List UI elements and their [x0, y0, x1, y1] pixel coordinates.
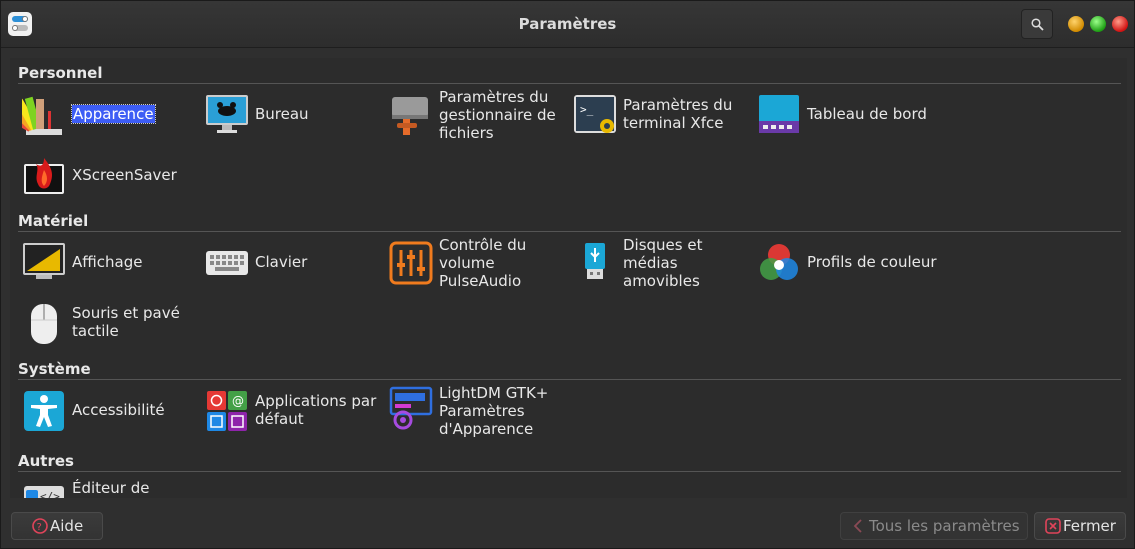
settings-item-pulseaudio[interactable]: Contrôle du volume PulseAudio	[389, 236, 569, 296]
section-divider	[18, 471, 1121, 472]
terminal-settings-icon: >_	[574, 95, 616, 133]
settings-item-panel[interactable]: Tableau de bord	[757, 93, 937, 153]
settings-item-label: Affichage	[72, 253, 143, 271]
close-button-label: Fermer	[1063, 517, 1116, 535]
settings-item-lightdm[interactable]: LightDM GTK+ Paramètres d'Apparence	[389, 384, 569, 444]
section-title-systeme: Système	[18, 360, 91, 378]
close-button[interactable]: Fermer	[1034, 512, 1126, 540]
keyboard-icon	[206, 251, 248, 275]
display-icon	[23, 243, 65, 279]
settings-item-bureau[interactable]: Bureau	[205, 93, 385, 153]
svg-text:@: @	[232, 394, 244, 408]
settings-item-accessibilite[interactable]: Accessibilité	[22, 389, 202, 449]
settings-item-clavier[interactable]: Clavier	[205, 241, 385, 301]
settings-item-label: LightDM GTK+ Paramètres d'Apparence	[439, 384, 549, 438]
close-window-button[interactable]	[1112, 16, 1128, 32]
settings-item-label: Paramètres du terminal Xfce	[623, 96, 733, 132]
settings-item-label: Souris et pavé tactile	[72, 304, 180, 340]
settings-item-label: Tableau de bord	[807, 105, 927, 123]
editor-icon: </>	[24, 486, 64, 498]
settings-item-terminal[interactable]: >_ Paramètres du terminal Xfce	[573, 93, 753, 153]
svg-text:?: ?	[37, 522, 42, 533]
section-divider	[18, 231, 1121, 232]
settings-item-label: Disques et médias amovibles	[623, 236, 703, 290]
settings-item-affichage[interactable]: Affichage	[22, 241, 202, 301]
settings-item-apparence[interactable]: Apparence	[22, 93, 202, 153]
svg-text:>_: >_	[580, 103, 594, 116]
mouse-icon	[31, 304, 57, 344]
close-icon	[1045, 518, 1061, 534]
settings-item-editeur[interactable]: </> Éditeur de	[22, 479, 202, 498]
settings-item-color-profiles[interactable]: Profils de couleur	[757, 241, 957, 301]
section-title-autres: Autres	[18, 452, 74, 470]
help-button[interactable]: ? Aide	[11, 512, 103, 540]
all-settings-button-label: Tous les paramètres	[869, 517, 1020, 535]
maximize-button[interactable]	[1090, 16, 1106, 32]
settings-item-label: Bureau	[255, 105, 309, 123]
settings-item-disques[interactable]: Disques et médias amovibles	[573, 236, 753, 296]
settings-item-label: Accessibilité	[72, 401, 165, 419]
settings-item-label: Profils de couleur	[807, 253, 937, 271]
window-title: Paramètres	[518, 15, 617, 33]
help-button-label: Aide	[50, 517, 84, 535]
section-divider	[18, 83, 1121, 84]
settings-item-label: Clavier	[255, 253, 308, 271]
settings-item-label: Applications par défaut	[255, 392, 377, 428]
settings-item-label: Contrôle du volume PulseAudio	[439, 236, 527, 290]
settings-item-souris[interactable]: Souris et pavé tactile	[22, 298, 202, 358]
lightdm-settings-icon	[389, 386, 433, 430]
help-icon: ?	[32, 518, 48, 534]
svg-text:</>: </>	[40, 490, 60, 498]
desktop-mouse-icon	[206, 95, 248, 133]
search-button[interactable]	[1021, 9, 1053, 39]
panel-icon	[759, 95, 799, 133]
settings-list: Personnel Apparence Bureau Paramètres du…	[10, 58, 1127, 498]
settings-item-label: Apparence	[71, 104, 156, 124]
screensaver-flame-icon	[24, 158, 64, 194]
default-apps-icon: @	[207, 391, 247, 431]
settings-item-label: Paramètres du gestionnaire de fichiers	[439, 88, 556, 142]
search-icon	[1031, 18, 1044, 31]
settings-window: Paramètres Personnel Apparence Bureau Pa…	[0, 0, 1135, 549]
settings-item-xscreensaver[interactable]: XScreenSaver	[22, 154, 202, 214]
section-divider	[18, 379, 1121, 380]
section-title-materiel: Matériel	[18, 212, 89, 230]
usb-drive-icon	[585, 243, 605, 279]
settings-item-default-apps[interactable]: @ Applications par défaut	[205, 389, 385, 449]
color-profiles-icon	[760, 244, 798, 280]
volume-sliders-icon	[389, 241, 433, 285]
settings-item-file-manager[interactable]: Paramètres du gestionnaire de fichiers	[389, 88, 569, 148]
minimize-button[interactable]	[1068, 16, 1084, 32]
title-bar: Paramètres	[1, 1, 1134, 48]
file-manager-settings-icon	[392, 97, 428, 135]
section-title-personnel: Personnel	[18, 64, 103, 82]
appearance-palette-icon	[22, 96, 62, 135]
settings-item-label: XScreenSaver	[72, 166, 177, 184]
accessibility-icon	[24, 391, 64, 431]
settings-item-label: Éditeur de	[72, 479, 150, 497]
chevron-left-icon	[853, 519, 862, 533]
all-settings-button[interactable]: Tous les paramètres	[840, 512, 1028, 540]
